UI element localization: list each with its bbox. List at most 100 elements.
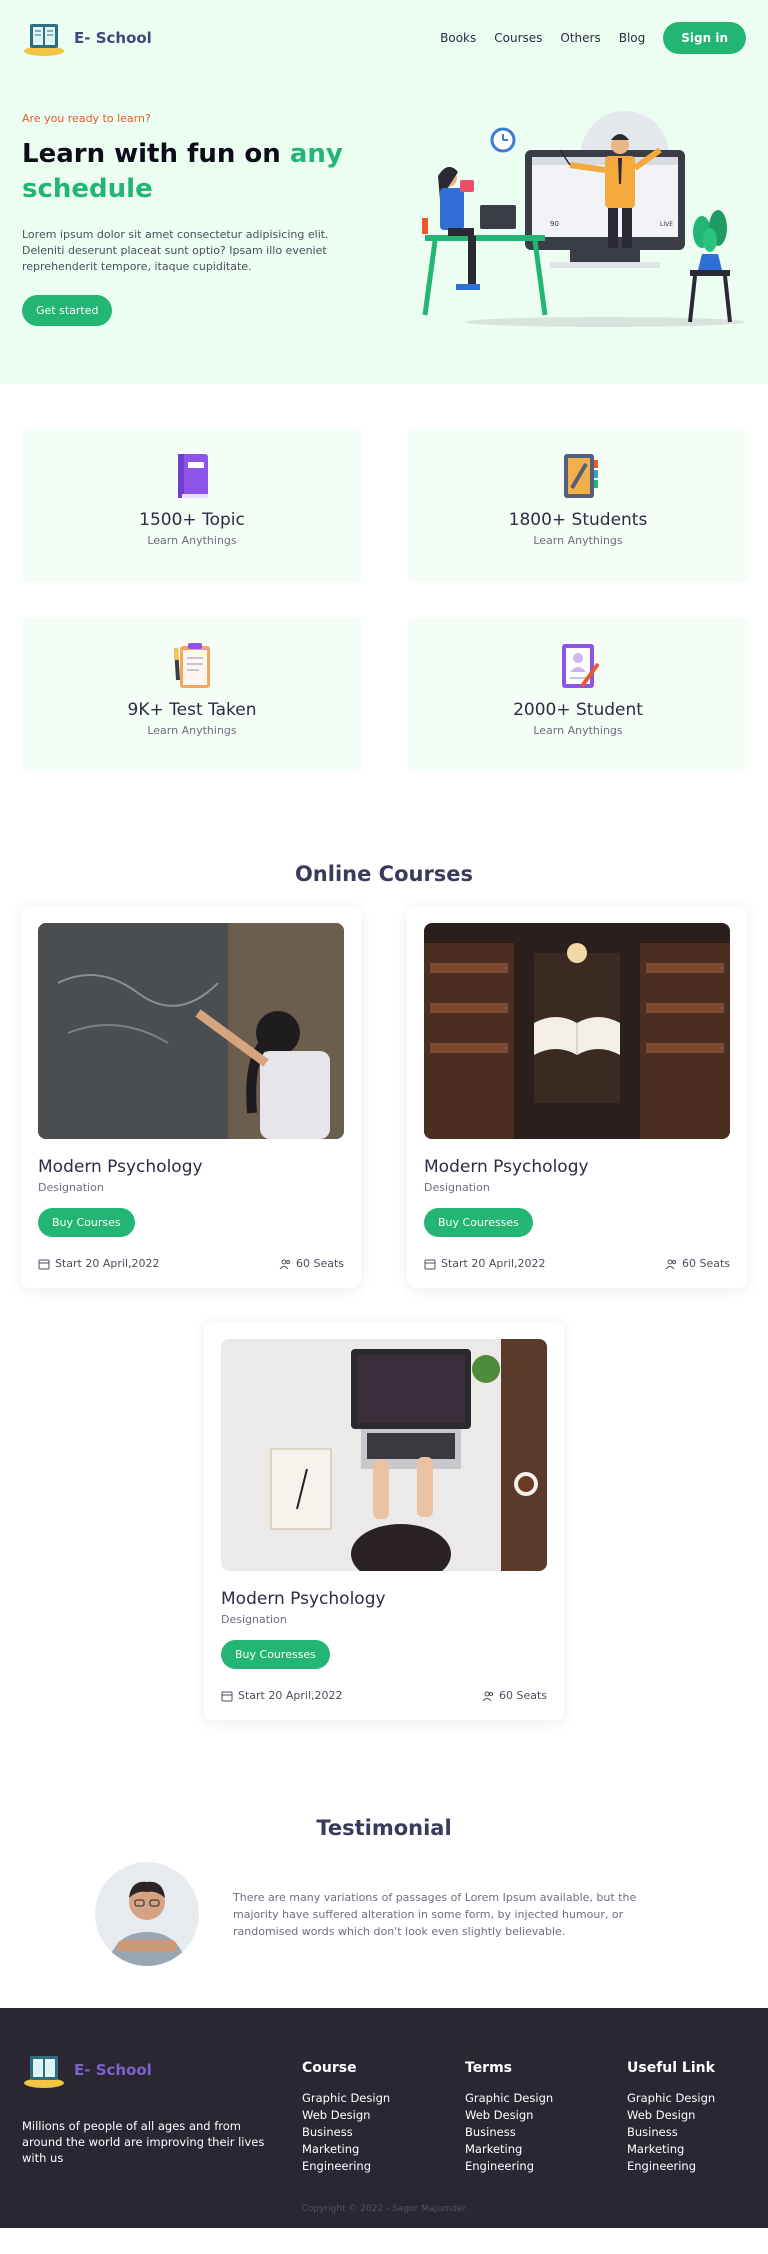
nav-link-blog[interactable]: Blog xyxy=(619,31,646,45)
stat-value: 2000+ Student xyxy=(513,700,643,720)
footer-column-title: Terms xyxy=(465,2060,513,2076)
footer-link[interactable]: Web Design xyxy=(302,2107,390,2124)
courses-grid: Modern Psychology Designation Buy Course… xyxy=(0,886,768,1720)
footer: E- School Millions of people of all ages… xyxy=(0,2008,768,2228)
stat-card: 1500+ Topic Learn Anythings xyxy=(22,428,362,582)
users-icon xyxy=(482,1691,493,1701)
hero-section: E- School Books Courses Others Blog Sign… xyxy=(0,0,768,384)
course-meta: Start 20 April,2022 60 Seats xyxy=(38,1257,344,1270)
course-meta: Start 20 April,2022 60 Seats xyxy=(424,1257,730,1270)
testimonial-quote: There are many variations of passages of… xyxy=(233,1890,637,1938)
course-name: Modern Psychology xyxy=(38,1157,203,1177)
course-designation: Designation xyxy=(221,1613,287,1626)
testimonial-block: There are many variations of passages of… xyxy=(0,1840,768,1966)
footer-column-useful-link: Useful Link Graphic Design Web Design Bu… xyxy=(627,2060,715,2175)
course-designation: Designation xyxy=(424,1181,490,1194)
stat-subtitle: Learn Anythings xyxy=(533,724,623,737)
footer-link[interactable]: Engineering xyxy=(302,2158,390,2175)
course-image-laptop-desk xyxy=(221,1339,547,1571)
buy-courses-button[interactable]: Buy Couresses xyxy=(221,1640,330,1669)
stats-grid: 1500+ Topic Learn Anythings 1800+ Studen… xyxy=(0,384,768,772)
footer-link[interactable]: Engineering xyxy=(627,2158,715,2175)
footer-about: Millions of people of all ages and from … xyxy=(22,2119,265,2165)
calendar-icon xyxy=(221,1691,233,1701)
nav-link-books[interactable]: Books xyxy=(440,31,476,45)
footer-column-course: Course Graphic Design Web Design Busines… xyxy=(302,2060,390,2175)
footer-link[interactable]: Web Design xyxy=(627,2107,715,2124)
footer-link[interactable]: Web Design xyxy=(465,2107,553,2124)
course-seats: 60 Seats xyxy=(279,1257,344,1270)
course-start-date: Start 20 April,2022 xyxy=(424,1257,546,1270)
get-started-button[interactable]: Get started xyxy=(22,295,113,326)
headline-accent-2: schedule xyxy=(22,174,153,204)
stat-subtitle: Learn Anythings xyxy=(147,534,237,547)
course-seats: 60 Seats xyxy=(665,1257,730,1270)
users-icon xyxy=(279,1259,290,1269)
school-logo-icon xyxy=(24,2056,64,2088)
stat-subtitle: Learn Anythings xyxy=(147,724,237,737)
course-date-text: Start 20 April,2022 xyxy=(238,1689,343,1702)
headline-text: Learn with fun on xyxy=(22,139,290,169)
nav-link-others[interactable]: Others xyxy=(560,31,600,45)
certificate-icon xyxy=(562,644,600,688)
footer-column-terms: Terms Graphic Design Web Design Business… xyxy=(465,2060,553,2175)
footer-brand-name: E- School xyxy=(74,2061,152,2079)
online-class-illustration: 90 LIVE xyxy=(422,111,745,327)
course-date-text: Start 20 April,2022 xyxy=(55,1257,160,1270)
stat-value: 1800+ Students xyxy=(508,510,648,530)
nav-link-courses[interactable]: Courses xyxy=(494,31,542,45)
course-card: Modern Psychology Designation Buy Coures… xyxy=(407,906,747,1288)
screen-live-badge: LIVE xyxy=(660,221,673,228)
course-card: Modern Psychology Designation Buy Coures… xyxy=(204,1322,564,1720)
course-seats-text: 60 Seats xyxy=(681,1257,730,1270)
footer-column-title: Useful Link xyxy=(627,2060,715,2076)
course-image-chalkboard xyxy=(38,923,344,1139)
footer-link[interactable]: Graphic Design xyxy=(627,2090,715,2107)
footer-link[interactable]: Business xyxy=(465,2124,553,2141)
nav-links: Books Courses Others Blog Sign in xyxy=(440,22,746,54)
testimonial-title: Testimonial xyxy=(316,1816,452,1840)
notebook-icon xyxy=(564,454,598,498)
footer-column-title: Course xyxy=(302,2060,357,2076)
signin-button[interactable]: Sign in xyxy=(663,22,746,54)
book-icon xyxy=(178,454,208,498)
buy-courses-button[interactable]: Buy Courses xyxy=(38,1208,135,1237)
stat-value: 1500+ Topic xyxy=(139,510,245,530)
course-date-text: Start 20 April,2022 xyxy=(441,1257,546,1270)
calendar-icon xyxy=(38,1259,50,1269)
course-seats-text: 60 Seats xyxy=(295,1257,344,1270)
users-icon xyxy=(665,1259,676,1269)
stat-subtitle: Learn Anythings xyxy=(533,534,623,547)
footer-brand[interactable]: E- School xyxy=(22,2050,152,2090)
footer-link[interactable]: Business xyxy=(302,2124,390,2141)
navbar: E- School Books Courses Others Blog Sign… xyxy=(0,0,768,58)
course-image-library xyxy=(424,923,730,1139)
footer-link[interactable]: Marketing xyxy=(627,2141,715,2158)
clipboard-pen-icon xyxy=(174,643,210,688)
copyright: Copyright © 2022 - Sagor Majumder xyxy=(301,2204,467,2214)
stat-card: 1800+ Students Learn Anythings xyxy=(408,428,748,582)
brand[interactable]: E- School xyxy=(22,18,152,58)
headline-accent: any xyxy=(289,139,343,169)
footer-link[interactable]: Graphic Design xyxy=(302,2090,390,2107)
course-meta: Start 20 April,2022 60 Seats xyxy=(221,1689,547,1702)
footer-link[interactable]: Marketing xyxy=(465,2141,553,2158)
buy-courses-button[interactable]: Buy Couresses xyxy=(424,1208,533,1237)
course-name: Modern Psychology xyxy=(424,1157,589,1177)
course-start-date: Start 20 April,2022 xyxy=(221,1689,343,1702)
footer-link[interactable]: Engineering xyxy=(465,2158,553,2175)
hero-text: Are you ready to learn? Learn with fun o… xyxy=(22,112,352,326)
screen-viewer-count: 90 xyxy=(550,220,559,228)
brand-name: E- School xyxy=(74,29,152,47)
course-seats: 60 Seats xyxy=(482,1689,547,1702)
stat-card: 2000+ Student Learn Anythings xyxy=(408,618,748,772)
footer-link[interactable]: Business xyxy=(627,2124,715,2141)
footer-link[interactable]: Graphic Design xyxy=(465,2090,553,2107)
hero-headline: Learn with fun on any schedule xyxy=(22,137,352,207)
course-card: Modern Psychology Designation Buy Course… xyxy=(21,906,361,1288)
avatar xyxy=(95,1862,199,1966)
calendar-icon xyxy=(424,1259,436,1269)
school-logo-icon xyxy=(24,24,64,56)
footer-link[interactable]: Marketing xyxy=(302,2141,390,2158)
course-start-date: Start 20 April,2022 xyxy=(38,1257,160,1270)
